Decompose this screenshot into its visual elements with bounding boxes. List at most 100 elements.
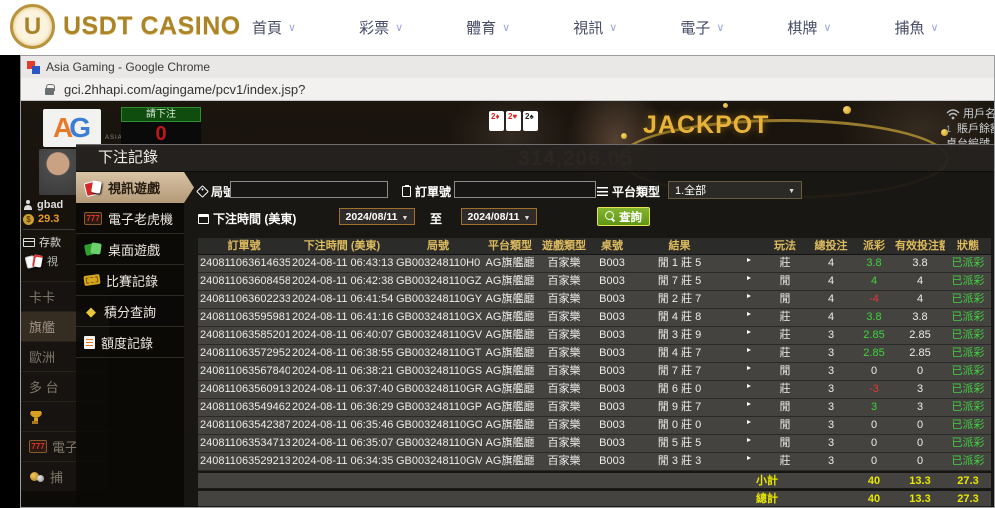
cell-result: 閒 6 莊 0: [634, 381, 725, 398]
person-icon: [23, 200, 33, 210]
cell-game: 百家樂: [538, 255, 590, 272]
divider: [23, 229, 75, 230]
cell-result: 閒 4 莊 7: [634, 345, 725, 362]
nav-item-視訊[interactable]: 視訊: [573, 17, 617, 38]
bet-timer-value: 0: [121, 122, 201, 146]
nav-item-label: 體育: [466, 17, 496, 38]
date-from-select[interactable]: 2024/08/11: [339, 208, 415, 225]
cell-result: 閒 4 莊 8: [634, 309, 725, 326]
cell-round: GB003248110GO: [394, 417, 482, 434]
cell-result: 閒 7 莊 7: [634, 363, 725, 380]
table-number-badge: 1: [946, 122, 951, 137]
platform-select[interactable]: 1.全部: [668, 181, 802, 199]
cell-payout: 4: [853, 273, 895, 290]
cell-payout: 0: [853, 435, 895, 452]
column-header: 結果: [634, 238, 725, 254]
column-header: 有效投注額: [895, 238, 945, 254]
playing-cards-icon: [25, 254, 43, 269]
cell-round: GB003248110GN: [394, 435, 482, 452]
search-button[interactable]: 查詢: [597, 207, 650, 226]
cell-result: 閒 2 莊 7: [634, 291, 725, 308]
cell-payout: 3: [853, 399, 895, 416]
cell-table: B003: [590, 255, 634, 272]
jackpot-cards: 2♦2♥2♠: [489, 111, 538, 131]
nav-item-捕魚[interactable]: 捕魚: [894, 17, 938, 38]
nav-item-label: 電子: [680, 17, 710, 38]
cell-table: B003: [590, 363, 634, 380]
sidebar-item-積分查詢[interactable]: 積分查詢: [76, 296, 184, 327]
cell-game: 百家樂: [538, 417, 590, 434]
cell-play: 閒: [761, 291, 809, 308]
cell-status: 已派彩: [945, 399, 991, 416]
cell-game: 百家樂: [538, 435, 590, 452]
cell-result: 閒 9 莊 7: [634, 399, 725, 416]
table-row: 240811063542387 2024-08-11 06:35:46 GB00…: [198, 417, 991, 435]
table-header-row: 訂單號下注時間 (美東)局號平台類型遊戲類型桌號結果玩法總投注派彩有效投注額狀態: [198, 238, 991, 255]
cell-status: 已派彩: [945, 381, 991, 398]
total-row: 總計 40 13.3 27.3: [198, 491, 991, 507]
cell-bet: 3: [809, 435, 853, 452]
cell-table: B003: [590, 327, 634, 344]
icon-tablegames: [84, 242, 102, 256]
cell-table: B003: [590, 291, 634, 308]
cell-platform: AG旗艦廳: [482, 273, 538, 290]
nav-item-棋牌[interactable]: 棋牌: [787, 17, 831, 38]
icon-fish: [29, 470, 45, 483]
ag-logo-g: G: [69, 112, 91, 144]
clipboard-icon: [402, 186, 411, 197]
cell-game: 百家樂: [538, 327, 590, 344]
subtotal-row: 小計 40 13.3 27.3: [198, 473, 991, 489]
cell-status: 已派彩: [945, 291, 991, 308]
sidebar-item-電子老虎機[interactable]: 電子老虎機: [76, 203, 184, 234]
cell-platform: AG旗艦廳: [482, 291, 538, 308]
deposit-button[interactable]: 存款: [23, 234, 61, 250]
cell-platform: AG旗艦廳: [482, 327, 538, 344]
cell-payout: 0: [853, 363, 895, 380]
tag-icon: [196, 185, 209, 198]
browser-urlbar[interactable]: gci.2hhapi.com/agingame/pcv1/index.jsp?: [21, 78, 994, 101]
cell-valid: 4: [895, 273, 945, 290]
cell-time: 2024-08-11 06:37:40: [290, 381, 394, 398]
cell-bet: 3: [809, 417, 853, 434]
icon-gem: [84, 305, 98, 318]
cell-valid: 0: [895, 435, 945, 452]
nav-item-首頁[interactable]: 首頁: [252, 17, 296, 38]
cell-bet: 3: [809, 345, 853, 362]
cell-status: 已派彩: [945, 453, 991, 470]
modal-title: 下注記錄: [76, 145, 994, 172]
cell-bet: 4: [809, 273, 853, 290]
cell-play: 閒: [761, 273, 809, 290]
sidebar-item-額度記錄[interactable]: 額度記錄: [76, 327, 184, 358]
nav-item-電子[interactable]: 電子: [680, 17, 724, 38]
browser-titlebar[interactable]: Asia Gaming - Google Chrome: [21, 56, 994, 78]
cell-valid: 4: [895, 291, 945, 308]
sidebar-item-桌面遊戲[interactable]: 桌面遊戲: [76, 234, 184, 265]
cell-order: 240811063529213: [198, 453, 290, 470]
sidebar-item-視訊遊戲[interactable]: 視訊遊戲: [76, 172, 194, 203]
total-valid: 27.3: [945, 491, 991, 507]
cell-order: 240811063572952: [198, 345, 290, 362]
nav-item-label: 捕魚: [894, 17, 924, 38]
nav-item-彩票[interactable]: 彩票: [359, 17, 403, 38]
date-to-select[interactable]: 2024/08/11: [461, 208, 537, 225]
jackpot-card: 2♠: [523, 111, 538, 131]
nav-item-體育[interactable]: 體育: [466, 17, 510, 38]
table-row: 240811063608458 2024-08-11 06:42:38 GB00…: [198, 273, 991, 291]
subtotal-valid: 27.3: [945, 473, 991, 489]
cell-status: 已派彩: [945, 273, 991, 290]
user-avatar[interactable]: [39, 149, 77, 195]
sidebar-item-比賽記錄[interactable]: 比賽記錄: [76, 265, 184, 296]
platform-filter-label: 平台類型: [597, 183, 660, 200]
cell-order: 240811063602233: [198, 291, 290, 308]
cell-platform: AG旗艦廳: [482, 453, 538, 470]
icon-ticket: [83, 274, 100, 286]
total-bet: 40: [853, 491, 895, 507]
ag-favicon-icon: [27, 61, 40, 74]
video-games-item[interactable]: 視: [25, 253, 58, 269]
cell-table: B003: [590, 399, 634, 416]
site-logo[interactable]: U USDT CASINO: [10, 4, 241, 49]
cell-payout: -4: [853, 291, 895, 308]
round-input[interactable]: [230, 181, 388, 198]
cell-order: 240811063614635: [198, 255, 290, 272]
order-input[interactable]: [454, 181, 596, 198]
